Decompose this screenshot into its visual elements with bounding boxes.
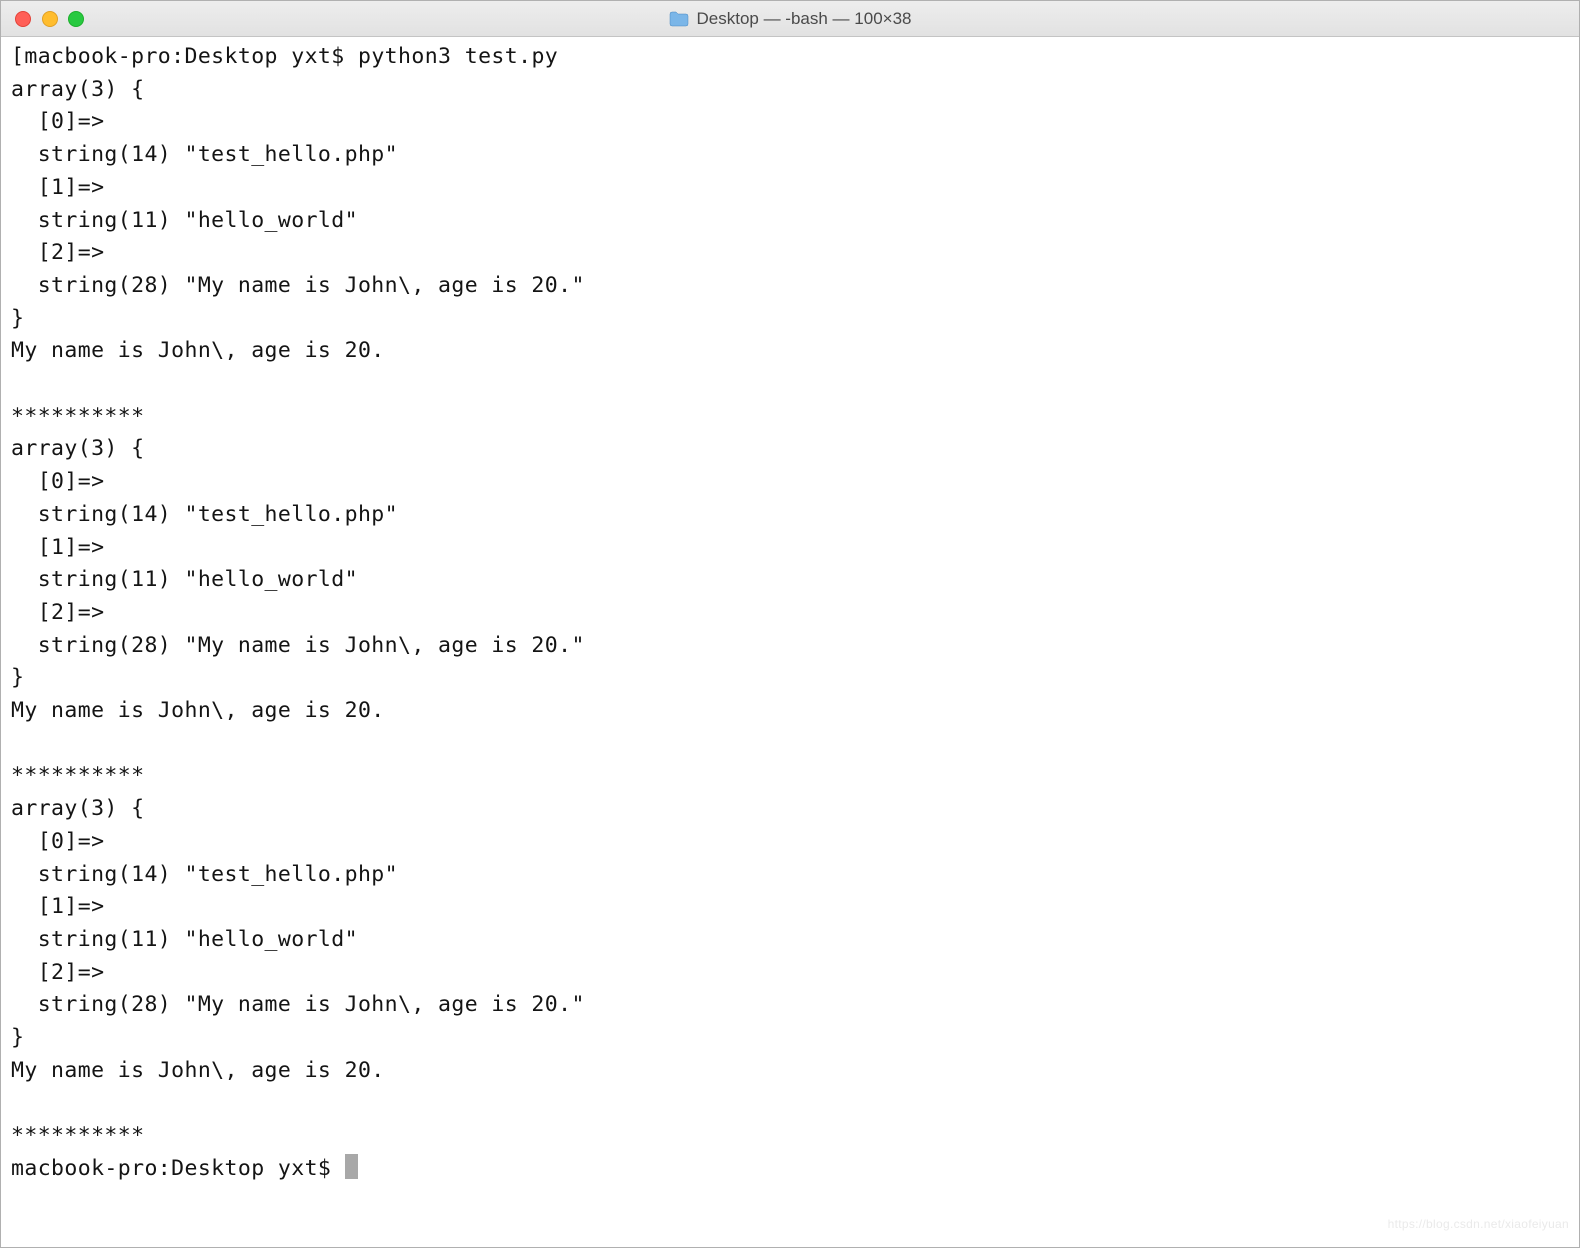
output-line: [1]=> [38, 535, 105, 560]
prompt-host: macbook-pro:Desktop yxt$ [24, 44, 344, 69]
output-line: } [11, 665, 24, 690]
output-line: string(28) "My name is John\, age is 20.… [38, 273, 585, 298]
output-line: My name is John\, age is 20. [11, 1058, 385, 1083]
output-line: [1]=> [38, 894, 105, 919]
output-line: [0]=> [38, 109, 105, 134]
traffic-lights [15, 11, 84, 27]
maximize-button[interactable] [68, 11, 84, 27]
output-line: [2]=> [38, 240, 105, 265]
cursor [345, 1154, 358, 1179]
output-separator: ********** [11, 1123, 144, 1148]
output-line: string(14) "test_hello.php" [38, 502, 398, 527]
output-line: [2]=> [38, 960, 105, 985]
command-text: python3 test.py [358, 44, 558, 69]
close-button[interactable] [15, 11, 31, 27]
output-separator: ********** [11, 404, 144, 429]
terminal-body[interactable]: [macbook-pro:Desktop yxt$ python3 test.p… [1, 37, 1579, 1247]
final-prompt: macbook-pro:Desktop yxt$ [11, 1156, 345, 1181]
title-text-wrap: Desktop — -bash — 100×38 [1, 9, 1579, 29]
output-line: string(14) "test_hello.php" [38, 862, 398, 887]
output-line: } [11, 306, 24, 331]
output-line: string(11) "hello_world" [38, 927, 358, 952]
output-line: array(3) { [11, 77, 144, 102]
titlebar[interactable]: Desktop — -bash — 100×38 [1, 1, 1579, 37]
output-line: My name is John\, age is 20. [11, 338, 385, 363]
output-line: string(28) "My name is John\, age is 20.… [38, 992, 585, 1017]
output-line: string(11) "hello_world" [38, 567, 358, 592]
output-line: string(14) "test_hello.php" [38, 142, 398, 167]
prompt-line: [macbook-pro:Desktop yxt$ python3 test.p… [11, 44, 558, 69]
output-separator: ********** [11, 763, 144, 788]
folder-icon [669, 11, 689, 27]
output-line: [1]=> [38, 175, 105, 200]
output-line: string(28) "My name is John\, age is 20.… [38, 633, 585, 658]
output-line: My name is John\, age is 20. [11, 698, 385, 723]
output-line: [0]=> [38, 469, 105, 494]
window-title: Desktop — -bash — 100×38 [697, 9, 912, 29]
watermark-text: https://blog.csdn.net/xiaofeiyuan [1388, 1208, 1569, 1241]
minimize-button[interactable] [42, 11, 58, 27]
output-line: [2]=> [38, 600, 105, 625]
output-line: } [11, 1025, 24, 1050]
output-line: array(3) { [11, 796, 144, 821]
output-line: string(11) "hello_world" [38, 208, 358, 233]
output-line: [0]=> [38, 829, 105, 854]
terminal-window: Desktop — -bash — 100×38 [macbook-pro:De… [0, 0, 1580, 1248]
output-line: array(3) { [11, 436, 144, 461]
